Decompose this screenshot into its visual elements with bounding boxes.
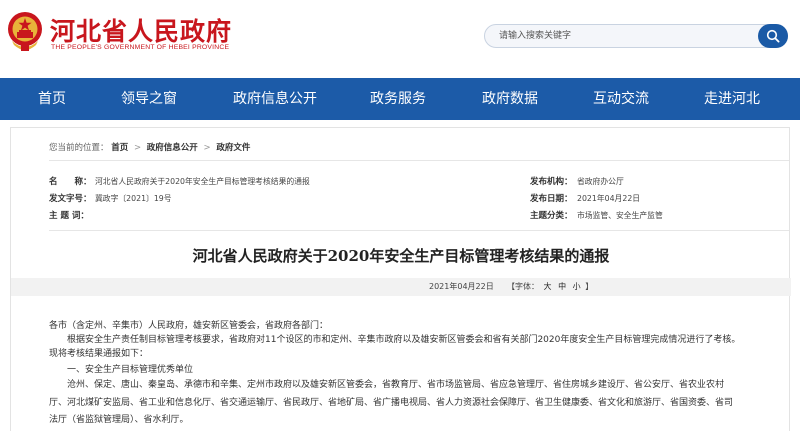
search-input[interactable] (499, 28, 749, 44)
meta-name-label: 名 称： (49, 177, 92, 187)
breadcrumb-home[interactable]: 首页 (111, 143, 128, 153)
meta-date-label: 发布日期： (530, 194, 573, 204)
meta-date-value: 2021年04月22日 (577, 194, 641, 203)
site-header: 河北省人民政府 THE PEOPLE'S GOVERNMENT OF HEBEI… (0, 0, 800, 78)
article-paragraph: 根据安全生产责任制目标管理考核要求，省政府对11个设区的市和定州、辛集市政府以及… (49, 335, 741, 345)
search-button[interactable] (758, 24, 788, 48)
font-size-prefix: 【字体： (507, 282, 539, 291)
divider (49, 160, 789, 161)
site-title[interactable]: 河北省人民政府 (50, 12, 232, 48)
font-size-medium[interactable]: 中 (558, 282, 566, 291)
meta-org-label: 发布机构： (530, 177, 573, 187)
article-paragraph: 一、安全生产目标管理优秀单位 (49, 365, 194, 375)
font-size-suffix: 】 (585, 282, 594, 291)
meta-category-value: 市场监管、安全生产监管 (577, 211, 663, 220)
nav-item-about-hebei[interactable]: 走进河北 (704, 78, 760, 120)
nav-item-data[interactable]: 政府数据 (482, 78, 538, 120)
nav-item-leaders[interactable]: 领导之窗 (121, 78, 177, 120)
nav-item-services[interactable]: 政务服务 (370, 78, 426, 120)
article-paragraph: 现将考核结果通报如下： (49, 349, 149, 359)
national-emblem-icon[interactable] (6, 9, 44, 55)
nav-item-interaction[interactable]: 互动交流 (593, 78, 649, 120)
font-size-small[interactable]: 小 (573, 282, 581, 291)
breadcrumb-gov-docs[interactable]: 政府文件 (216, 143, 250, 153)
search-icon (766, 29, 780, 43)
font-size-switcher: 【字体： 大 中 小 】 (507, 281, 593, 292)
nav-item-gov-info[interactable]: 政府信息公开 (233, 78, 317, 120)
article-date-bar: 2021年04月22日 【字体： 大 中 小 】 (11, 278, 791, 296)
meta-category-label: 主题分类： (530, 211, 573, 221)
article-paragraph: 厅、河北煤矿安监局、省工业和信息化厅、省交通运输厅、省民政厅、省地矿局、省广播电… (49, 398, 734, 408)
site-subtitle: THE PEOPLE'S GOVERNMENT OF HEBEI PROVINC… (51, 44, 230, 51)
font-size-large[interactable]: 大 (544, 282, 552, 291)
nav-item-home[interactable]: 首页 (38, 78, 66, 120)
meta-docno-value: 冀政字〔2021〕19号 (95, 194, 172, 203)
breadcrumb-separator: > (203, 143, 211, 153)
search-box (484, 24, 788, 48)
meta-name-value: 河北省人民政府关于2020年安全生产目标管理考核结果的通报 (95, 177, 310, 186)
article-paragraph: 法厅（省监狱管理局）、省水利厅。 (49, 415, 189, 425)
meta-docno-label: 发文字号： (49, 194, 92, 204)
breadcrumb-gov-info[interactable]: 政府信息公开 (147, 143, 198, 153)
article-date: 2021年04月22日 (429, 282, 494, 291)
article-paragraph: 各市（含定州、辛集市）人民政府，雄安新区管委会，省政府各部门： (49, 321, 329, 331)
article-paragraph: 沧州、保定、唐山、秦皇岛、承德市和辛集、定州市政府以及雄安新区管委会，省教育厅、… (49, 380, 725, 390)
breadcrumb-prefix: 您当前的位置： (49, 143, 109, 153)
main-nav: 首页 领导之窗 政府信息公开 政务服务 政府数据 互动交流 走进河北 (0, 78, 800, 120)
breadcrumb: 您当前的位置： 首页 > 政府信息公开 > 政府文件 (49, 141, 250, 153)
meta-org-value: 省政府办公厅 (577, 177, 624, 186)
meta-topic-label: 主 题 词： (49, 211, 89, 221)
article-title: 河北省人民政府关于2020年安全生产目标管理考核结果的通报 (192, 247, 610, 265)
divider (49, 230, 789, 231)
breadcrumb-separator: > (133, 143, 142, 153)
article-panel: 您当前的位置： 首页 > 政府信息公开 > 政府文件 名 称： 河北省人民政府关… (10, 127, 791, 431)
